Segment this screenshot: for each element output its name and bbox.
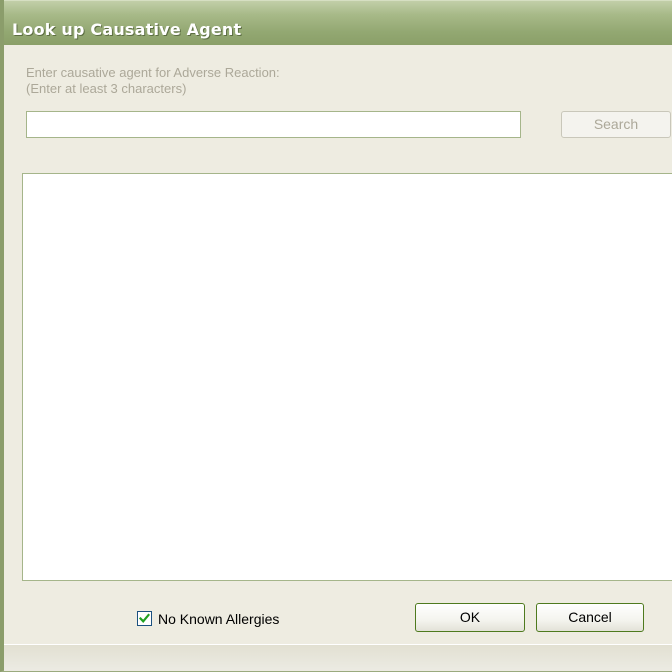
cancel-button[interactable]: Cancel [536,603,644,632]
title-bar[interactable]: Look up Causative Agent [4,0,672,45]
no-known-allergies-checkbox[interactable] [137,611,152,626]
results-list[interactable] [22,173,672,581]
ok-button[interactable]: OK [415,603,525,632]
no-known-allergies-label[interactable]: No Known Allergies [158,611,279,627]
search-button[interactable]: Search [561,111,671,138]
checkmark-icon [139,613,150,623]
causative-agent-input[interactable] [26,111,521,138]
status-bar [4,644,672,671]
search-prompt-label: Enter causative agent for Adverse Reacti… [26,65,280,80]
search-hint-label: (Enter at least 3 characters) [26,81,187,96]
window-title: Look up Causative Agent [12,20,242,39]
lookup-dialog: Look up Causative Agent Enter causative … [0,0,672,672]
